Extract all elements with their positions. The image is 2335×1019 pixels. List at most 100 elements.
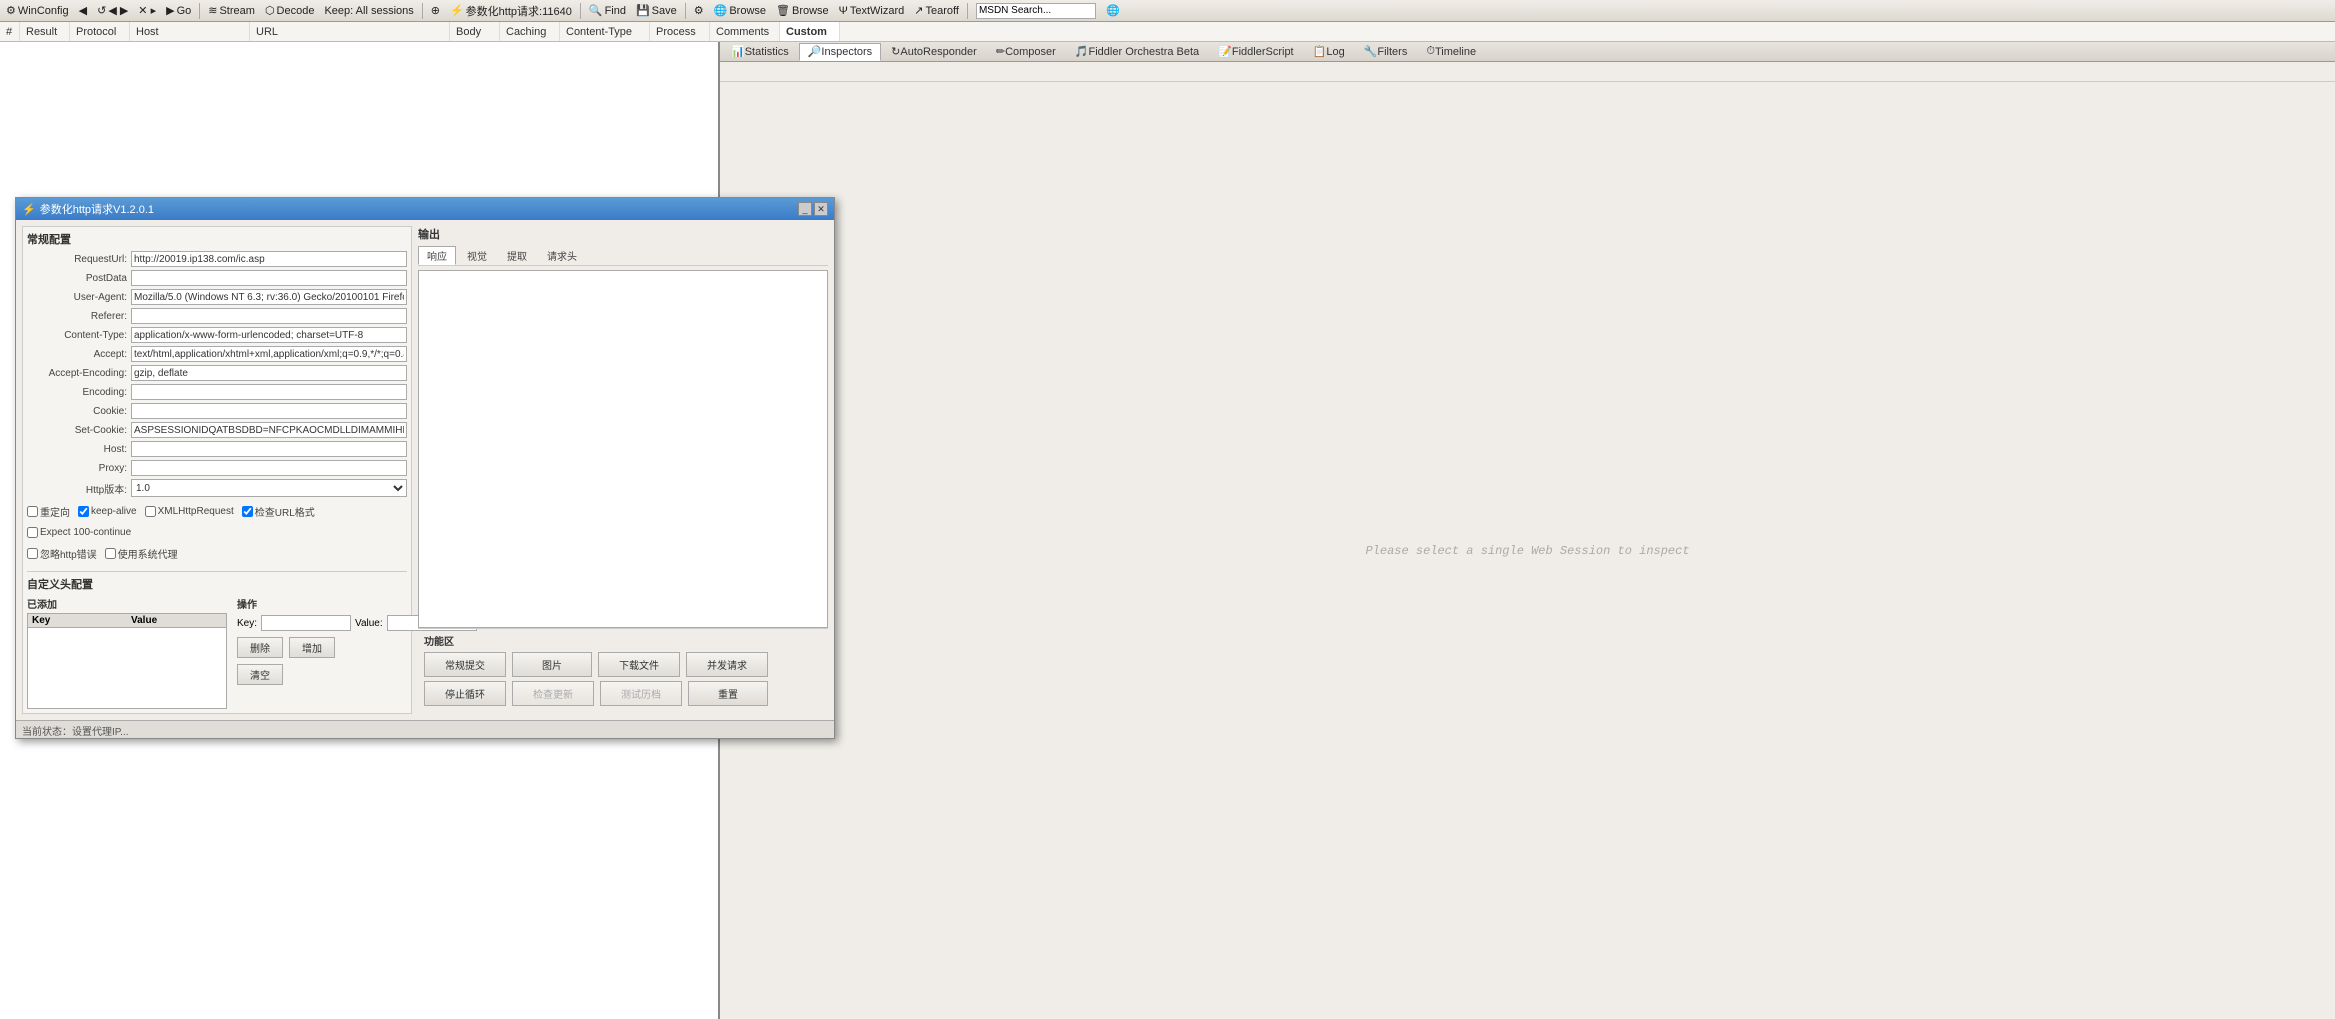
tab-timeline[interactable]: ⏱ Timeline [1417,43,1485,61]
msdn-search-input[interactable] [976,3,1096,19]
col-num[interactable]: # [0,22,20,41]
cb-keepalive[interactable] [78,506,89,517]
btn-normal-submit[interactable]: 常规提交 [424,652,506,677]
btn-clear-headers[interactable]: 清空 [237,664,283,685]
form-row-contenttype: Content-Type: [27,327,407,343]
cb-redirect[interactable] [27,506,38,517]
cb-sysproxy-label[interactable]: 使用系统代理 [105,546,178,561]
table-body [28,628,226,708]
tab-fiddlerscript[interactable]: 📝 FiddlerScript [1209,43,1302,61]
inspector-content: Please select a single Web Session to in… [720,82,2335,1019]
col-result[interactable]: Result [20,22,70,41]
tab-filters[interactable]: 🔧 Filters [1355,43,1417,61]
toolbar-controls[interactable]: ✕ ▸ [134,3,160,18]
toolbar-find[interactable]: 🔍 Find [585,3,630,18]
toolbar-go[interactable]: ▶ Go [162,3,195,18]
tab-statistics[interactable]: 📊 Statistics [722,43,798,61]
cb-expect100-label[interactable]: Expect 100-continue [27,527,131,538]
cb-keepalive-label[interactable]: keep-alive [78,504,137,519]
toolbar-browse[interactable]: 🌐 Browse [710,3,770,18]
col-host[interactable]: Host [130,22,250,41]
tab-orchestra[interactable]: 🎵 Fiddler Orchestra Beta [1066,43,1208,61]
col-protocol[interactable]: Protocol [70,22,130,41]
toolbar-replay[interactable]: ↺ ◀ ▶ [93,3,132,18]
input-referer[interactable] [131,308,407,324]
tab-reqheader[interactable]: 请求头 [538,246,586,265]
input-cookie[interactable] [131,403,407,419]
cb-ignoreerr[interactable] [27,548,38,559]
tab-composer[interactable]: ✏ Composer [987,43,1065,61]
toolbar-textwizard[interactable]: Ψ TextWizard [835,4,909,18]
controls-icon: ✕ ▸ [138,4,156,17]
input-accept[interactable] [131,346,407,362]
toolbar-keep[interactable]: Keep: All sessions [320,4,417,18]
btn-add-header[interactable]: 增加 [289,637,335,658]
btn-concurrent[interactable]: 并发请求 [686,652,768,677]
cb-xmlhttp[interactable] [145,506,156,517]
dialog-title-text: 参数化http请求V1.2.0.1 [40,201,154,217]
btn-image[interactable]: 图片 [512,652,592,677]
input-useragent[interactable] [131,289,407,305]
tab-inspectors[interactable]: 🔎 Inspectors [799,43,881,61]
tab-response[interactable]: 响应 [418,246,456,265]
btn-test-history: 测试历档 [600,681,682,706]
textwizard-icon: Ψ [839,5,848,17]
func-buttons-row2: 停止循环 检查更新 测试历档 重置 [424,681,822,706]
cb-ignoreerr-label[interactable]: 忽略http错误 [27,546,97,561]
toolbar-add[interactable]: ⊕ [427,3,444,18]
output-title: 输出 [418,226,828,242]
cb-redirect-label[interactable]: 重定向 [27,504,70,519]
col-contenttype[interactable]: Content-Type [560,22,650,41]
input-postdata[interactable] [131,270,407,286]
input-contenttype[interactable] [131,327,407,343]
cb-checkurl-label[interactable]: 检查URL格式 [242,504,315,519]
toolbar-clearcache[interactable]: 🗑 Browse [772,3,833,18]
browse-icon: 🌐 [714,4,728,17]
toolbar-web[interactable]: 🌐 [1102,3,1124,18]
input-set-cookie[interactable] [131,422,407,438]
input-proxy[interactable] [131,460,407,476]
select-http-version[interactable]: 1.0 1.1 [131,479,407,497]
toolbar-param[interactable]: ⚡ 参数化http请求:11640 [446,2,576,20]
toolbar-tearoff[interactable]: ↗ Tearoff [910,3,963,18]
input-accept-encoding[interactable] [131,365,407,381]
col-url[interactable]: URL [250,22,450,41]
toolbar-stream[interactable]: ≋ Stream [204,3,259,18]
tab-extract[interactable]: 提取 [498,246,536,265]
toolbar-decode[interactable]: ⬡ Decode [261,3,319,18]
dialog-close-button[interactable]: ✕ [814,202,828,216]
toolbar-nav[interactable]: ◀ [75,3,91,18]
form-row-http-version: Http版本: 1.0 1.1 [27,479,407,497]
input-encoding[interactable] [131,384,407,400]
func-buttons-row1: 常规提交 图片 下载文件 并发请求 [424,652,822,677]
toolbar-save[interactable]: 💾 Save [632,3,681,18]
col-comments[interactable]: Comments [710,22,780,41]
inspectors-icon: 🔎 [808,45,822,58]
input-host[interactable] [131,441,407,457]
tab-visual[interactable]: 视觉 [458,246,496,265]
toolbar-winconfig[interactable]: ⚙ WinConfig [2,3,73,18]
cb-checkurl[interactable] [242,506,253,517]
input-requesturl[interactable] [131,251,407,267]
toolbar-msdn-search[interactable] [972,2,1100,20]
btn-reset[interactable]: 重置 [688,681,768,706]
dialog-titlebar-buttons: _ ✕ [798,202,828,216]
tab-log[interactable]: 📋 Log [1304,43,1354,61]
toolbar-settings[interactable]: ⚙ [690,3,708,18]
col-process[interactable]: Process [650,22,710,41]
ops-key-input[interactable] [261,615,351,631]
btn-download[interactable]: 下载文件 [598,652,680,677]
cb-expect100[interactable] [27,527,38,538]
btn-stop-loop[interactable]: 停止循环 [424,681,506,706]
col-custom[interactable]: Custom [780,22,840,41]
col-body[interactable]: Body [450,22,500,41]
output-tabs: 响应 视觉 提取 请求头 [418,246,828,266]
cb-xmlhttp-label[interactable]: XMLHttpRequest [145,504,234,519]
dialog-body: 常规配置 RequestUrl: PostData User-Agent: [16,220,834,720]
col-caching[interactable]: Caching [500,22,560,41]
dialog-minimize-button[interactable]: _ [798,202,812,216]
btn-delete-header[interactable]: 删除 [237,637,283,658]
tab-autoresponder[interactable]: ↻ AutoResponder [882,43,986,61]
toolbar: ⚙ WinConfig ◀ ↺ ◀ ▶ ✕ ▸ ▶ Go ≋ Stream ⬡ … [0,0,2335,22]
cb-sysproxy[interactable] [105,548,116,559]
